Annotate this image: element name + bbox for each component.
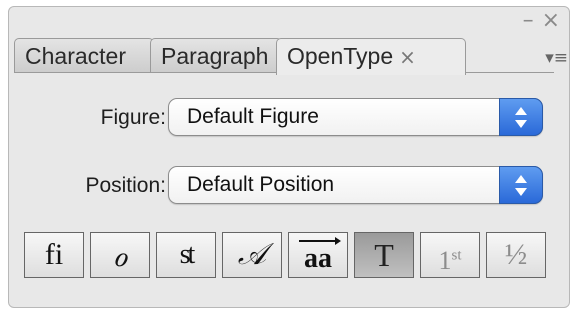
window-controls: – × — [515, 10, 560, 32]
ordinals-button[interactable]: 1st — [420, 232, 480, 278]
chevron-down-icon — [515, 120, 527, 128]
fractions-icon: ½ — [504, 238, 528, 271]
close-panel-icon[interactable]: × — [542, 8, 560, 33]
discretionary-ligatures-button[interactable]: st — [156, 232, 216, 278]
discretionary-ligatures-icon: st — [179, 239, 196, 270]
titling-alternates-icon: T — [374, 237, 394, 273]
standard-ligatures-button[interactable]: fi — [24, 232, 84, 278]
tab-bar: Character Paragraph OpenType × — [14, 38, 554, 75]
contextual-alternates-button[interactable]: ℴ — [90, 232, 150, 278]
tab-close-icon[interactable]: × — [399, 45, 416, 69]
tab-opentype-label: OpenType — [287, 43, 394, 69]
figure-select-value: Default Figure — [187, 105, 319, 128]
chevron-up-icon — [515, 107, 527, 115]
panel-menu-icon[interactable]: ▾≡ — [522, 44, 568, 72]
position-stepper-icon[interactable] — [499, 166, 543, 204]
tab-opentype[interactable]: OpenType × — [276, 38, 466, 75]
position-select-value: Default Position — [187, 173, 335, 196]
swash-icon: 𝒜 — [237, 238, 267, 271]
position-select[interactable]: Default Position — [168, 166, 543, 204]
tab-character-label: Character — [25, 43, 126, 69]
stylistic-alternates-button[interactable]: aa — [288, 232, 348, 278]
tab-character[interactable]: Character — [14, 38, 154, 72]
position-label: Position: — [85, 174, 166, 197]
figure-label: Figure: — [100, 106, 166, 129]
stylistic-alternates-icon: aa — [304, 243, 332, 274]
ordinals-icon: 1st — [438, 245, 462, 275]
chevron-up-icon — [515, 175, 527, 183]
chevron-down-icon — [515, 188, 527, 196]
opentype-feature-buttons: fi ℴ st 𝒜 aa T 1st ½ — [24, 232, 546, 280]
fractions-button[interactable]: ½ — [486, 232, 546, 278]
swash-button[interactable]: 𝒜 — [222, 232, 282, 278]
figure-select[interactable]: Default Figure — [168, 98, 543, 136]
figure-row: Figure: Default Figure — [0, 98, 562, 138]
standard-ligatures-icon: fi — [44, 238, 64, 271]
position-row: Position: Default Position — [0, 166, 562, 206]
tab-paragraph-label: Paragraph — [161, 43, 269, 69]
titling-alternates-button[interactable]: T — [354, 232, 414, 278]
contextual-alternates-icon: ℴ — [112, 237, 128, 273]
tab-paragraph[interactable]: Paragraph — [150, 38, 282, 72]
figure-stepper-icon[interactable] — [499, 98, 543, 136]
minimize-icon[interactable]: – — [523, 8, 534, 33]
